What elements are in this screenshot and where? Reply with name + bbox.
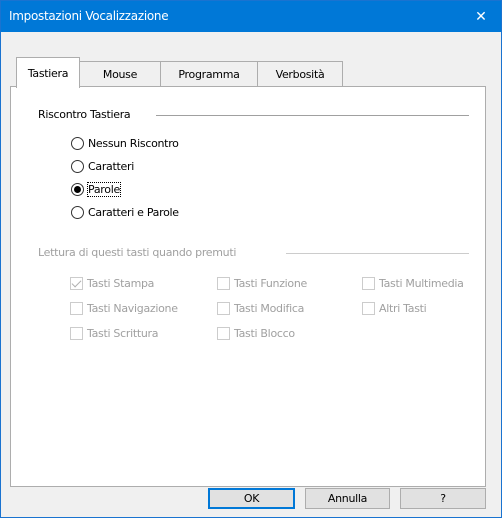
checkbox-label: Tasti Navigazione	[87, 301, 178, 315]
radio-caratteri-e-parole[interactable]: Caratteri e Parole	[71, 204, 179, 220]
checkbox-tasti-modifica[interactable]: Tasti Modifica	[217, 300, 304, 316]
tab-verbosita[interactable]: Verbosità	[257, 61, 343, 86]
checkbox[interactable]	[217, 276, 230, 290]
tab-label: Mouse	[102, 67, 138, 81]
group-separator	[156, 115, 469, 116]
checkbox[interactable]	[217, 326, 230, 340]
radio-parole[interactable]: Parole	[71, 181, 121, 197]
checkbox-label: Tasti Funzione	[234, 276, 308, 290]
checkbox-label: Tasti Modifica	[234, 301, 305, 315]
checkbox-label: Tasti Scrittura	[87, 326, 159, 340]
tab-label: Tastiera	[27, 66, 69, 80]
help-button-label: ?	[440, 492, 446, 505]
tab-tastiera[interactable]: Tastiera	[16, 57, 80, 88]
radio-label: Caratteri e Parole	[88, 205, 179, 219]
checkbox-tasti-scrittura[interactable]: Tasti Scrittura	[70, 325, 159, 341]
checkbox-label: Altri Tasti	[379, 301, 427, 315]
checkbox-tasti-multimedia[interactable]: Tasti Multimedia	[362, 275, 464, 291]
checkbox-label: Tasti Stampa	[87, 276, 155, 290]
close-button[interactable]: ✕	[461, 1, 501, 32]
radio-label: Caratteri	[88, 159, 134, 173]
title-bar: Impostazioni Vocalizzazione ✕	[1, 1, 501, 32]
checkbox-checked[interactable]	[70, 276, 83, 290]
checkbox-tasti-funzione[interactable]: Tasti Funzione	[217, 275, 307, 291]
cancel-button-label: Annulla	[327, 492, 368, 505]
radio-button[interactable]	[71, 159, 84, 173]
radio-label: Parole	[87, 181, 121, 197]
checkbox[interactable]	[70, 326, 83, 340]
radio-button[interactable]	[71, 136, 84, 150]
checkbox-tasti-navigazione[interactable]: Tasti Navigazione	[70, 300, 178, 316]
keys-reading-group-title: Lettura di questi tasti quando premuti	[38, 246, 237, 259]
tab-programma[interactable]: Programma	[160, 61, 258, 86]
tab-mouse[interactable]: Mouse	[79, 61, 161, 86]
keyboard-feedback-group-title: Riscontro Tastiera	[38, 108, 131, 121]
checkbox[interactable]	[362, 276, 375, 290]
tab-label: Verbosità	[275, 67, 325, 81]
checkbox[interactable]	[70, 301, 83, 315]
radio-button[interactable]	[71, 205, 84, 219]
ok-button-label: OK	[243, 492, 260, 505]
close-icon: ✕	[475, 8, 487, 25]
checkbox-tasti-blocco[interactable]: Tasti Blocco	[217, 325, 295, 341]
group-separator	[286, 253, 469, 254]
help-button[interactable]: ?	[400, 488, 486, 509]
cancel-button[interactable]: Annulla	[305, 488, 390, 509]
checkbox-label: Tasti Blocco	[234, 326, 295, 340]
checkbox[interactable]	[217, 301, 230, 315]
tab-panel-tastiera: Riscontro Tastiera Nessun Riscontro Cara…	[10, 86, 486, 487]
checkbox[interactable]	[362, 301, 375, 315]
checkbox-altri-tasti[interactable]: Altri Tasti	[362, 300, 427, 316]
radio-nessun-riscontro[interactable]: Nessun Riscontro	[71, 135, 179, 151]
ok-button[interactable]: OK	[208, 488, 295, 509]
radio-caratteri[interactable]: Caratteri	[71, 158, 134, 174]
window-title: Impostazioni Vocalizzazione	[9, 9, 169, 23]
dialog-window: Impostazioni Vocalizzazione ✕ Tastiera M…	[0, 0, 502, 518]
radio-label: Nessun Riscontro	[88, 136, 179, 150]
checkbox-tasti-stampa[interactable]: Tasti Stampa	[70, 275, 154, 291]
radio-button-selected[interactable]	[71, 182, 84, 196]
checkbox-label: Tasti Multimedia	[379, 276, 464, 290]
tab-label: Programma	[178, 67, 240, 81]
